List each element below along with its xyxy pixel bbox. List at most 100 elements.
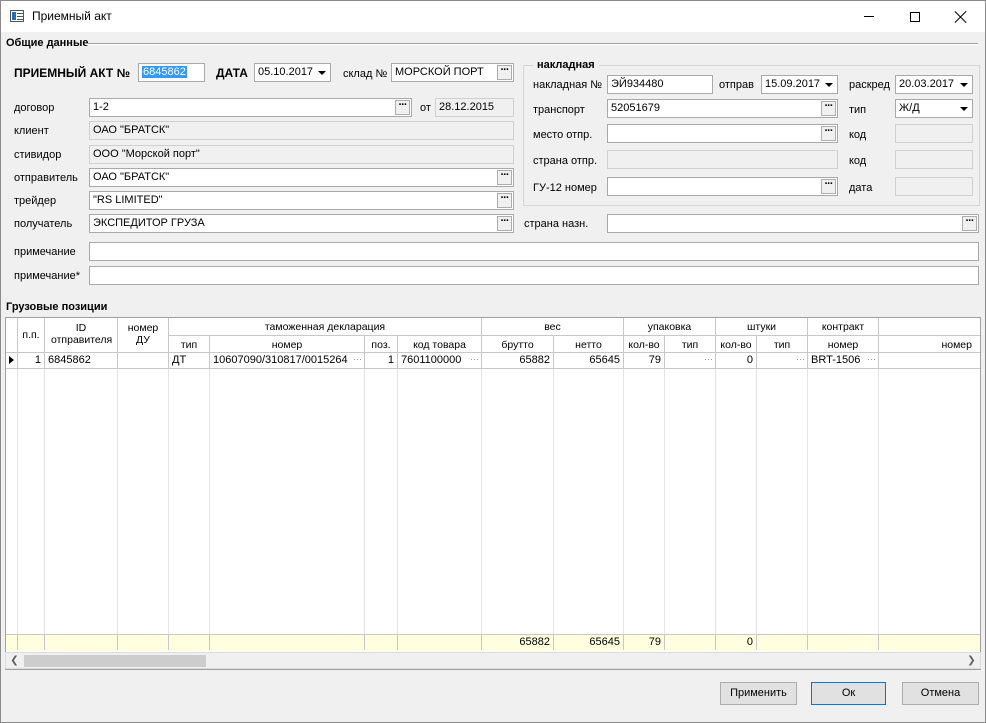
customs-code-ellipsis-button[interactable]: ···	[470, 353, 479, 366]
trader-label: трейдер	[14, 195, 57, 207]
origin-input[interactable]: ···	[607, 124, 838, 143]
header-customs-type[interactable]: тип	[169, 336, 210, 353]
header-pp[interactable]: п.п.	[18, 318, 45, 353]
header-pieces-type[interactable]: тип	[757, 336, 808, 353]
cell-pack-type[interactable]: ···	[665, 353, 716, 369]
totals-cell	[210, 635, 365, 650]
header-pieces-qty[interactable]: кол-во	[716, 336, 757, 353]
header-customs-code[interactable]: код товара	[398, 336, 482, 353]
scroll-left-button[interactable]: ❮	[6, 653, 23, 668]
sent-date-label: отправ	[719, 79, 754, 91]
scroll-right-button[interactable]: ❯	[963, 653, 980, 668]
note2-input[interactable]	[89, 266, 979, 285]
grid-line	[209, 369, 210, 634]
gu12-date-field	[895, 177, 973, 196]
cell-customs-type[interactable]: ДТ	[169, 353, 210, 369]
minimize-button[interactable]	[846, 1, 892, 32]
totals-cell	[45, 635, 118, 650]
contract-ellipsis-button[interactable]: ···	[395, 100, 410, 115]
transport-input[interactable]: 52051679 ···	[607, 99, 838, 118]
type-select[interactable]: Ж/Д	[895, 99, 973, 118]
waybill-number-input[interactable]: ЭЙ934480	[607, 75, 713, 94]
act-number-input[interactable]: 6845862	[138, 63, 205, 82]
unload-date-picker[interactable]: 20.03.2017	[895, 75, 973, 94]
trader-input[interactable]: "RS LIMITED" ···	[89, 191, 514, 210]
receiver-input[interactable]: ЭКСПЕДИТОР ГРУЗА ···	[89, 214, 514, 233]
cell-gross[interactable]: 65882	[482, 353, 554, 369]
cell-net[interactable]: 65645	[554, 353, 624, 369]
cell-pack-qty[interactable]: 79	[624, 353, 665, 369]
header-customs-number[interactable]: номер	[210, 336, 365, 353]
cell-pp[interactable]: 1	[18, 353, 45, 369]
header-contract-number[interactable]: номер	[808, 336, 879, 353]
note-input[interactable]	[89, 242, 979, 261]
waybill-number-label: накладная №	[533, 79, 603, 91]
gu12-ellipsis-button[interactable]: ···	[821, 179, 836, 194]
origin-ellipsis-button[interactable]: ···	[821, 126, 836, 141]
close-button[interactable]	[938, 1, 984, 32]
header-pack-type[interactable]: тип	[665, 336, 716, 353]
warehouse-ellipsis-button[interactable]: ···	[497, 65, 512, 80]
type-dropdown-button[interactable]	[956, 101, 971, 116]
cancel-button[interactable]: Отмена	[902, 682, 979, 705]
sender-ellipsis-button[interactable]: ···	[497, 170, 512, 185]
total-pieces-qty: 0	[716, 635, 757, 650]
transport-ellipsis-button[interactable]: ···	[821, 101, 836, 116]
contract-number-value: BRT-1506	[811, 354, 861, 366]
dest-country-input[interactable]: ···	[607, 214, 979, 233]
contract-label: договор	[14, 102, 55, 114]
trader-ellipsis-button[interactable]: ···	[497, 193, 512, 208]
cell-pieces-qty[interactable]: 0	[716, 353, 757, 369]
date-dropdown-button[interactable]	[314, 65, 329, 80]
cell-du[interactable]	[118, 353, 169, 369]
type-value: Ж/Д	[899, 102, 920, 114]
header-du[interactable]: номер ДУ	[118, 318, 169, 353]
header-gross[interactable]: брутто	[482, 336, 554, 353]
header-number[interactable]: номер	[879, 336, 980, 353]
header-pack-qty[interactable]: кол-во	[624, 336, 665, 353]
header-pieces-group: штуки	[716, 318, 808, 336]
origin-label: место отпр.	[533, 129, 593, 141]
cell-customs-number[interactable]: 10607090/310817/0015264 ···	[210, 353, 365, 369]
cell-pieces-type[interactable]: ···	[757, 353, 808, 369]
cargo-grid[interactable]: п.п. ID отправителя номер ДУ таможенная …	[5, 317, 981, 670]
maximize-button[interactable]	[892, 1, 938, 32]
cell-customs-pos[interactable]: 1	[365, 353, 398, 369]
scroll-thumb[interactable]	[24, 655, 206, 667]
pack-type-ellipsis-button[interactable]: ···	[704, 353, 713, 366]
header-sender-id[interactable]: ID отправителя	[45, 318, 118, 353]
note-label: примечание	[14, 246, 76, 258]
cell-customs-code[interactable]: 7601100000 ···	[398, 353, 482, 369]
title-bar: Приемный акт	[1, 1, 985, 32]
warehouse-input[interactable]: МОРСКОЙ ПОРТ ···	[391, 63, 514, 82]
cell-sender-id[interactable]: 6845862	[45, 353, 118, 369]
sent-date-dropdown-button[interactable]	[821, 77, 836, 92]
header-net[interactable]: нетто	[554, 336, 624, 353]
sender-input[interactable]: ОАО "БРАТСК" ···	[89, 168, 514, 187]
gu12-date-label: дата	[849, 182, 873, 194]
grid-line	[117, 369, 118, 634]
totals-cell	[18, 635, 45, 650]
gu12-input[interactable]: ···	[607, 177, 838, 196]
sent-date-picker[interactable]: 15.09.2017	[761, 75, 838, 94]
general-section-title: Общие данные	[6, 37, 89, 49]
header-customs-pos[interactable]: поз.	[365, 336, 398, 353]
horizontal-scrollbar[interactable]: ❮ ❯	[5, 652, 981, 669]
dest-country-ellipsis-button[interactable]: ···	[962, 216, 977, 231]
cell-contract-number[interactable]: BRT-1506 ···	[808, 353, 879, 369]
contract-number-ellipsis-button[interactable]: ···	[867, 353, 876, 366]
receiver-ellipsis-button[interactable]: ···	[497, 216, 512, 231]
cell-number[interactable]	[879, 353, 980, 369]
ok-button[interactable]: Ок	[811, 682, 886, 705]
contract-value: 1-2	[93, 101, 109, 113]
date-label: ДАТА	[216, 66, 248, 80]
pieces-type-ellipsis-button[interactable]: ···	[796, 353, 805, 366]
customs-number-ellipsis-button[interactable]: ···	[353, 353, 362, 366]
unload-date-dropdown-button[interactable]	[956, 77, 971, 92]
apply-button[interactable]: Применить	[720, 682, 797, 705]
chevron-down-icon	[824, 82, 833, 87]
totals-cell	[118, 635, 169, 650]
date-picker[interactable]: 05.10.2017	[254, 63, 331, 82]
contract-input[interactable]: 1-2 ···	[89, 98, 412, 117]
act-number-value: 6845862	[142, 66, 187, 78]
